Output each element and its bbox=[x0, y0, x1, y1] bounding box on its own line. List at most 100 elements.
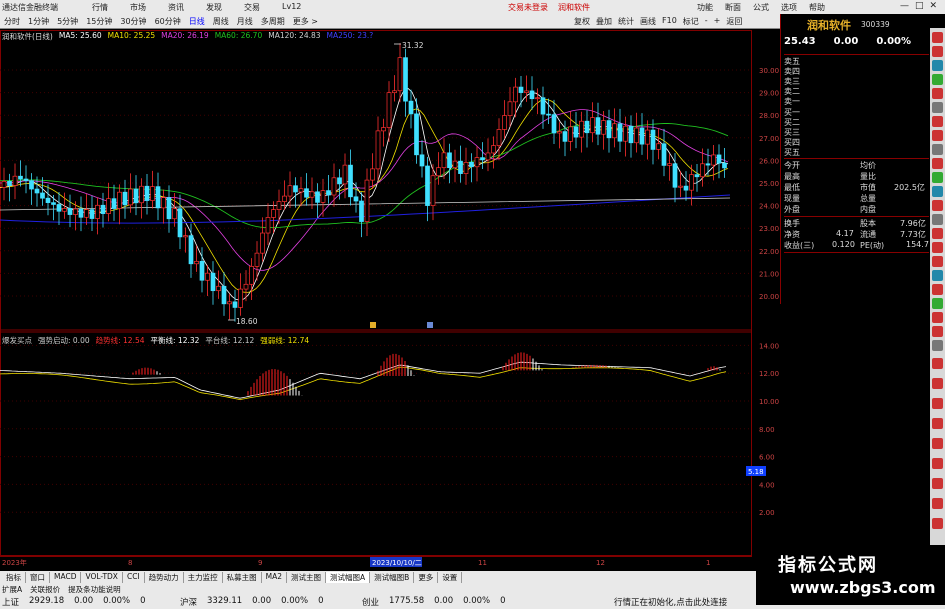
index-sh[interactable]: 上证 2929.18 0.00 0.00% 0 bbox=[2, 596, 146, 608]
period-60min[interactable]: 60分钟 bbox=[155, 16, 181, 27]
trade-status-link[interactable]: 交易未登录 bbox=[508, 2, 548, 13]
alert-icon[interactable] bbox=[932, 116, 943, 127]
tool-huaxian[interactable]: 画线 bbox=[640, 16, 656, 27]
f10-icon[interactable] bbox=[932, 88, 943, 99]
maximize-icon[interactable]: □ bbox=[915, 1, 924, 11]
connection-message[interactable]: 行情正在初始化,点击此处连接 bbox=[614, 596, 727, 608]
side-tab-9-icon[interactable] bbox=[932, 518, 943, 529]
rank-icon[interactable] bbox=[932, 130, 943, 141]
connection-status[interactable]: 行情正在初始化,点击此处连接 bbox=[614, 596, 727, 608]
kline-icon[interactable] bbox=[932, 284, 943, 295]
chart-icon[interactable] bbox=[932, 74, 943, 85]
jiaoyi-icon[interactable] bbox=[932, 60, 943, 71]
tab-test-main[interactable]: 测试主图 bbox=[287, 572, 327, 583]
y-tick-label: 25.00 bbox=[759, 180, 779, 188]
menu-gongneng[interactable]: 功能 bbox=[697, 2, 713, 13]
index-sh-pct: 0.00% bbox=[103, 596, 131, 606]
index-hs-name: 沪深 bbox=[180, 598, 198, 608]
side-tab-5-icon[interactable] bbox=[932, 438, 943, 449]
trend-icon[interactable] bbox=[932, 172, 943, 183]
side-tab-8-icon[interactable] bbox=[932, 498, 943, 509]
tab-zhibiao[interactable]: 指标 bbox=[2, 572, 26, 583]
index-cy[interactable]: 创业 1775.58 0.00 0.00% 0 bbox=[362, 596, 506, 608]
plus-icon[interactable] bbox=[932, 312, 943, 323]
flag-icon[interactable] bbox=[932, 200, 943, 211]
minimize-icon[interactable]: — bbox=[900, 1, 909, 11]
period-daily[interactable]: 日线 bbox=[189, 16, 205, 27]
side-tab-4-icon[interactable] bbox=[932, 418, 943, 429]
menu-xuanxiang[interactable]: 选项 bbox=[781, 2, 797, 13]
tab-test-b[interactable]: 测试幅图B bbox=[370, 572, 415, 583]
tab-cci[interactable]: CCI bbox=[123, 572, 145, 583]
menu-item-jiaoyi[interactable]: 交易 bbox=[244, 2, 260, 13]
tool-f10[interactable]: F10 bbox=[662, 16, 677, 27]
grid-icon[interactable] bbox=[932, 214, 943, 225]
event-marker[interactable] bbox=[370, 322, 376, 328]
period-fenshi[interactable]: 分时 bbox=[4, 16, 20, 27]
index-hs[interactable]: 沪深 3329.11 0.00 0.00% 0 bbox=[180, 596, 324, 608]
tab-ma2[interactable]: MA2 bbox=[262, 572, 288, 583]
back-button[interactable]: 返回 bbox=[726, 16, 742, 27]
side-tab-6-icon[interactable] bbox=[932, 458, 943, 469]
period-30min[interactable]: 30分钟 bbox=[120, 16, 146, 27]
pin-icon[interactable] bbox=[932, 326, 943, 337]
site-watermark: 指标公式网 www.zbgs3.com bbox=[756, 545, 945, 605]
period-weekly[interactable]: 周线 bbox=[213, 16, 229, 27]
tool-diejia[interactable]: 叠加 bbox=[596, 16, 612, 27]
tool-fuquan[interactable]: 复权 bbox=[574, 16, 590, 27]
menu-duanmian[interactable]: 断面 bbox=[725, 2, 741, 13]
side-tab-2-icon[interactable] bbox=[932, 378, 943, 389]
tab-test-a[interactable]: 测试幅图A bbox=[326, 572, 371, 583]
search-icon[interactable] bbox=[932, 102, 943, 113]
side-tab-3-icon[interactable] bbox=[932, 398, 943, 409]
indicator-name[interactable]: 爆发买点 bbox=[2, 335, 32, 346]
tab-more[interactable]: 更多 bbox=[414, 572, 439, 583]
indicator-bars bbox=[132, 352, 721, 396]
zoom-in-button[interactable]: + bbox=[714, 16, 721, 27]
zoom-out-button[interactable]: - bbox=[705, 16, 708, 27]
tab-settings[interactable]: 设置 bbox=[438, 572, 463, 583]
star-icon[interactable] bbox=[932, 242, 943, 253]
list-icon[interactable] bbox=[932, 144, 943, 155]
kline-chart[interactable]: 30.00 29.00 28.00 27.00 26.00 25.00 24.00 23.00… bbox=[0, 30, 780, 570]
tool-biaoji[interactable]: 标记 bbox=[683, 16, 699, 27]
menu-item-zixun[interactable]: 资讯 bbox=[168, 2, 184, 13]
period-15min[interactable]: 15分钟 bbox=[86, 16, 112, 27]
tool-tongji[interactable]: 统计 bbox=[618, 16, 634, 27]
news-icon[interactable] bbox=[932, 186, 943, 197]
y-tick-label: 27.00 bbox=[759, 135, 779, 143]
period-more[interactable]: 更多 > bbox=[293, 16, 318, 27]
tab-macd[interactable]: MACD bbox=[50, 572, 82, 583]
tab-private-main[interactable]: 私募主图 bbox=[223, 572, 262, 583]
period-1min[interactable]: 1分钟 bbox=[28, 16, 49, 27]
zixun-icon[interactable] bbox=[932, 46, 943, 57]
menu-item-faxian[interactable]: 发现 bbox=[206, 2, 222, 13]
tab-trend-power[interactable]: 趋势动力 bbox=[145, 572, 184, 583]
ma20-label: MA20: 26.19 bbox=[161, 31, 209, 40]
menu-bangzhu[interactable]: 帮助 bbox=[809, 2, 825, 13]
rsi-icon[interactable] bbox=[932, 270, 943, 281]
fire-icon[interactable] bbox=[932, 228, 943, 239]
stock-name-link[interactable]: 润和软件 bbox=[558, 2, 590, 13]
index-sh-vol: 0 bbox=[140, 596, 146, 606]
hangqing-icon[interactable] bbox=[932, 32, 943, 43]
side-tab-1-icon[interactable] bbox=[932, 358, 943, 369]
side-tab-7-icon[interactable] bbox=[932, 478, 943, 489]
tab-main-monitor[interactable]: 主力监控 bbox=[184, 572, 223, 583]
period-multi[interactable]: 多周期 bbox=[261, 16, 285, 27]
period-5min[interactable]: 5分钟 bbox=[57, 16, 78, 27]
bell-icon[interactable] bbox=[932, 256, 943, 267]
high-price-label: 31.32 bbox=[402, 41, 424, 50]
money-icon[interactable] bbox=[932, 298, 943, 309]
tab-vol-tdx[interactable]: VOL-TDX bbox=[81, 572, 123, 583]
tab-chuangkou[interactable]: 窗口 bbox=[26, 572, 50, 583]
event-marker-2[interactable] bbox=[427, 322, 433, 328]
period-monthly[interactable]: 月线 bbox=[237, 16, 253, 27]
hot-icon[interactable] bbox=[932, 158, 943, 169]
menu-item-shichang[interactable]: 市场 bbox=[130, 2, 146, 13]
menu-item-lv2[interactable]: Lv12 bbox=[282, 2, 301, 13]
menu-gongshi[interactable]: 公式 bbox=[753, 2, 769, 13]
menu-item-hangqing[interactable]: 行情 bbox=[92, 2, 108, 13]
tools-icon[interactable] bbox=[932, 340, 943, 351]
close-icon[interactable]: ✕ bbox=[930, 1, 938, 11]
